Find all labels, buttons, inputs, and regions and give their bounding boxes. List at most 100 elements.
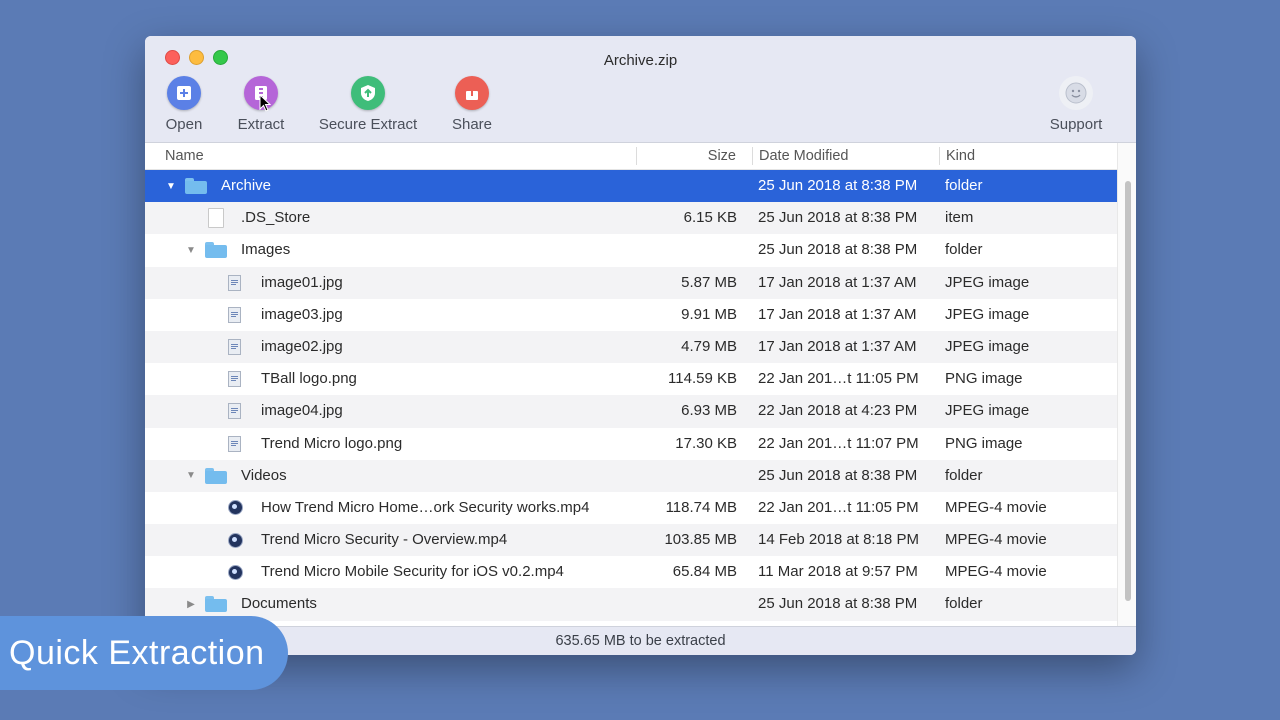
file-size: 103.85 MB — [664, 531, 737, 549]
file-kind: folder — [945, 177, 983, 194]
column-size[interactable]: Size — [645, 143, 736, 169]
disclosure-expanded-icon[interactable]: ▼ — [185, 460, 197, 492]
file-size: 5.87 MB — [681, 273, 737, 291]
folder-icon — [205, 460, 227, 492]
support-label: Support — [1049, 116, 1103, 133]
file-size: 9.91 MB — [681, 305, 737, 323]
secure-extract-label: Secure Extract — [318, 116, 418, 133]
file-kind: JPEG image — [945, 402, 1030, 420]
status-bar: 635.65 MB to be extracted — [145, 626, 1136, 655]
file-row[interactable]: ▼ Videos 25 Jun 2018 at 8:38 PM folder — [145, 459, 1117, 492]
file-date-modified: 22 Jan 201…t 11:05 PM — [758, 370, 919, 388]
file-size: 65.84 MB — [672, 563, 737, 581]
file-list: ▼ Archive 25 Jun 2018 at 8:38 PM folder .DS_… — [145, 170, 1117, 626]
share-icon — [455, 76, 489, 110]
file-kind: MPEG-4 movie — [945, 531, 1047, 549]
file-row[interactable]: Trend Micro Security - Overview.mp4 103.8… — [145, 524, 1117, 557]
file-name: Videos — [241, 466, 287, 484]
file-name: image02.jpg — [261, 337, 343, 355]
file-row[interactable]: image02.jpg 4.79 MB 17 Jan 2018 at 1:37 AM… — [145, 330, 1117, 364]
file-size: 114.59 KB — [668, 370, 737, 388]
file-date-modified: 25 Jun 2018 at 8:38 PM — [758, 466, 918, 484]
file-size: 6.15 KB — [683, 209, 737, 227]
file-row[interactable]: TBall logo.png 114.59 KB 22 Jan 201…t 11:0… — [145, 363, 1117, 395]
archive-window: Archive.zip Open Extract Secure Extract … — [145, 36, 1136, 655]
column-name[interactable]: Name — [165, 143, 204, 169]
file-name: Archive — [221, 177, 272, 194]
secure-extract-button[interactable]: Secure Extract — [313, 76, 423, 133]
file-size: 6.93 MB — [681, 402, 737, 420]
mouse-pointer-icon — [259, 94, 271, 112]
file-date-modified: 25 Jun 2018 at 8:38 PM — [758, 209, 918, 227]
file-row[interactable]: Trend Micro Mobile Security for iOS v0.2… — [145, 556, 1117, 588]
document-icon — [208, 202, 224, 234]
file-kind: JPEG image — [945, 337, 1030, 355]
image-file-icon — [228, 267, 241, 299]
file-name: Images — [241, 241, 291, 259]
file-name: .DS_Store — [241, 209, 311, 227]
file-size: 17.30 KB — [675, 434, 737, 452]
file-date-modified: 22 Jan 201…t 11:05 PM — [758, 498, 919, 516]
column-date-modified[interactable]: Date Modified — [759, 143, 848, 169]
file-row[interactable]: How Trend Micro Home…ork Security works.… — [145, 492, 1117, 524]
column-header: Name Size Date Modified Kind — [145, 143, 1117, 170]
file-row[interactable]: image04.jpg 6.93 MB 22 Jan 2018 at 4:23 PM… — [145, 395, 1117, 428]
image-file-icon — [228, 395, 241, 427]
file-kind: MPEG-4 movie — [945, 563, 1047, 581]
file-kind: MPEG-4 movie — [945, 498, 1047, 516]
file-size — [625, 460, 737, 492]
scrollbar[interactable] — [1117, 143, 1136, 626]
file-row[interactable]: Trend Micro logo.png 17.30 KB 22 Jan 201…t… — [145, 428, 1117, 460]
file-row[interactable]: ▼ Archive 25 Jun 2018 at 8:38 PM folder — [145, 170, 1117, 203]
video-file-icon — [228, 556, 243, 588]
file-date-modified: 25 Jun 2018 at 8:38 PM — [758, 595, 918, 613]
column-divider[interactable] — [636, 147, 637, 165]
open-label: Open — [165, 116, 203, 133]
file-kind: folder — [945, 595, 983, 613]
file-kind: item — [945, 209, 974, 227]
extract-label: Extract — [237, 116, 285, 133]
disclosure-expanded-icon[interactable]: ▼ — [185, 234, 197, 266]
file-name: image04.jpg — [261, 402, 343, 420]
image-file-icon — [228, 331, 241, 363]
file-kind: folder — [945, 241, 983, 259]
window-title: Archive.zip — [603, 52, 678, 69]
caption-banner: Quick Extraction — [0, 616, 288, 690]
file-date-modified: 22 Jan 201…t 11:07 PM — [758, 434, 919, 452]
file-name: image03.jpg — [261, 305, 343, 323]
file-row[interactable]: image03.jpg 9.91 MB 17 Jan 2018 at 1:37 AM… — [145, 299, 1117, 331]
file-name: Trend Micro Security - Overview.mp4 — [261, 531, 508, 549]
title-bar: Archive.zip Open Extract Secure Extract … — [145, 36, 1136, 143]
file-name: Trend Micro logo.png — [261, 434, 403, 452]
file-name: TBall logo.png — [261, 370, 357, 388]
column-kind[interactable]: Kind — [946, 143, 975, 169]
file-row[interactable]: ▶ Documents 25 Jun 2018 at 8:38 PM folder — [145, 588, 1117, 621]
file-row[interactable]: image01.jpg 5.87 MB 17 Jan 2018 at 1:37 AM… — [145, 266, 1117, 299]
smiley-icon — [1059, 76, 1093, 110]
video-file-icon — [228, 492, 243, 524]
file-kind: JPEG image — [945, 273, 1030, 291]
scrollbar-thumb[interactable] — [1125, 181, 1131, 601]
file-date-modified: 17 Jan 2018 at 1:37 AM — [758, 273, 917, 291]
file-size — [625, 588, 737, 620]
file-size: 118.74 MB — [665, 498, 737, 516]
column-divider[interactable] — [939, 147, 940, 165]
file-date-modified: 14 Feb 2018 at 8:18 PM — [758, 531, 919, 549]
disclosure-expanded-icon[interactable]: ▼ — [165, 170, 177, 202]
share-button[interactable]: Share — [417, 76, 527, 133]
file-size — [625, 170, 737, 202]
image-file-icon — [228, 428, 241, 460]
folder-icon — [205, 234, 227, 266]
column-divider[interactable] — [752, 147, 753, 165]
file-date-modified: 25 Jun 2018 at 8:38 PM — [758, 177, 918, 194]
file-name: image01.jpg — [261, 273, 343, 291]
file-kind: PNG image — [945, 434, 1023, 452]
file-kind: JPEG image — [945, 305, 1030, 323]
file-row[interactable]: .DS_Store 6.15 KB 25 Jun 2018 at 8:38 PM it… — [145, 202, 1117, 235]
support-button[interactable]: Support — [1021, 76, 1131, 133]
video-file-icon — [228, 524, 243, 556]
file-date-modified: 11 Mar 2018 at 9:57 PM — [758, 563, 918, 581]
file-row[interactable]: ▼ Images 25 Jun 2018 at 8:38 PM folder — [145, 234, 1117, 266]
shield-icon — [351, 76, 385, 110]
file-name: Trend Micro Mobile Security for iOS v0.2… — [261, 563, 564, 581]
